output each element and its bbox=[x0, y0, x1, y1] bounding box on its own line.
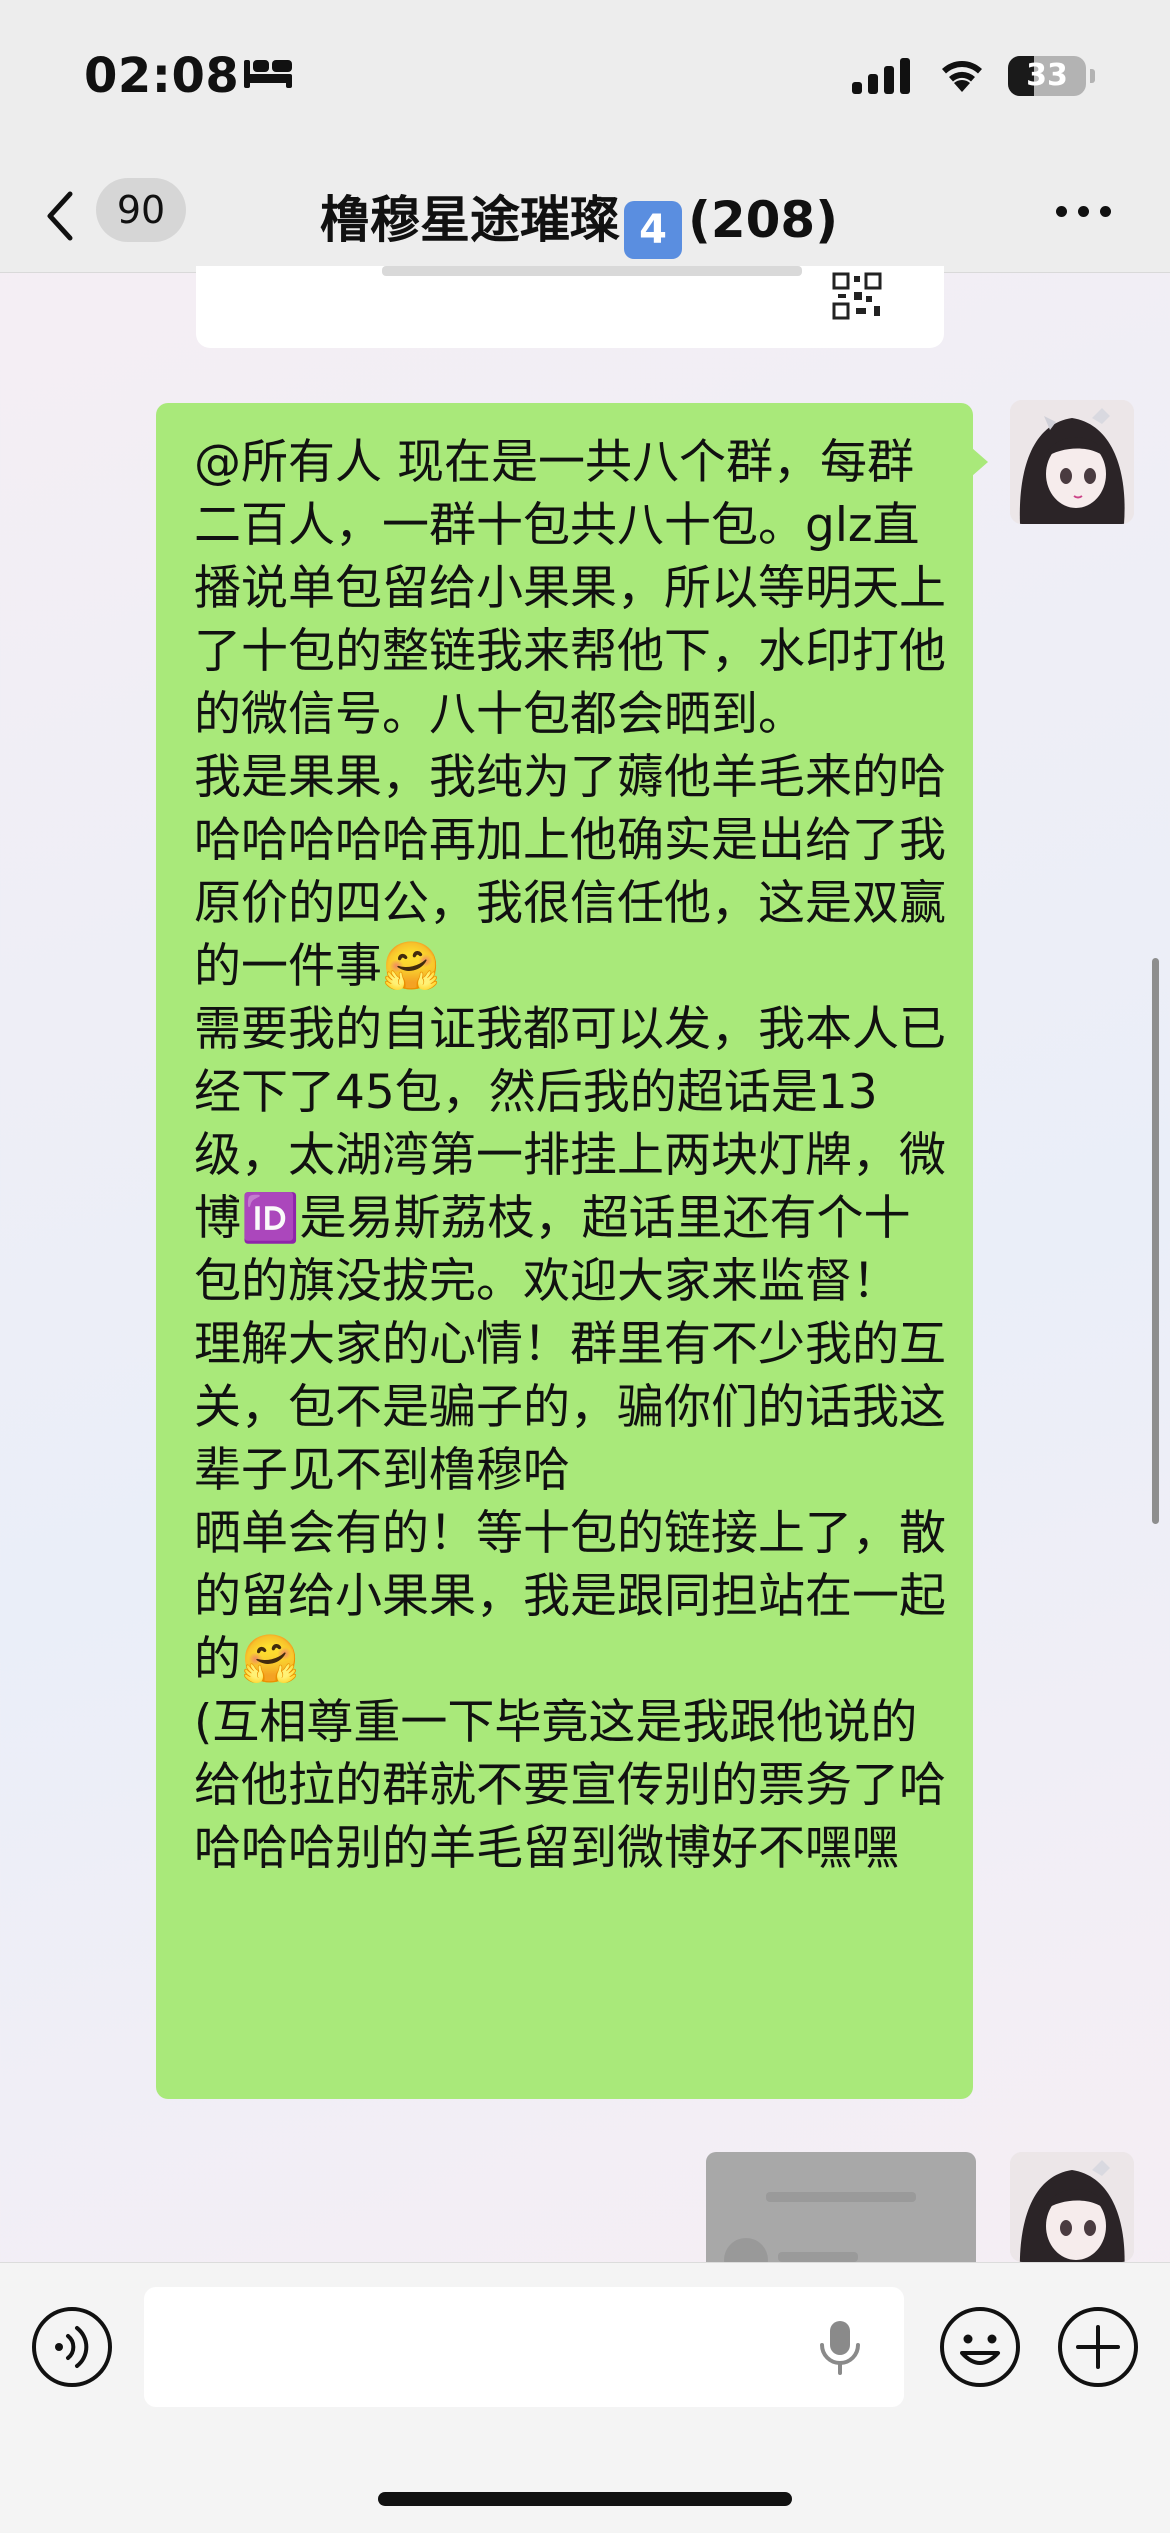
status-time: 02:08 bbox=[84, 48, 240, 104]
nav-bar: 90 橹穆星途璀璨 4 (208) bbox=[0, 150, 1170, 273]
battery-level: 33 bbox=[1026, 58, 1068, 93]
home-indicator bbox=[378, 2492, 792, 2506]
back-button[interactable]: 90 bbox=[40, 172, 190, 248]
voice-icon[interactable] bbox=[30, 2305, 114, 2389]
message-text: @所有人 现在是一共八个群，每群二百人，一群十包共八十包。glz直播说单包留给小… bbox=[194, 435, 946, 1876]
scroll-indicator[interactable] bbox=[1152, 958, 1159, 1524]
keycap-badge: 4 bbox=[624, 201, 682, 259]
emoji-icon[interactable] bbox=[938, 2305, 1022, 2389]
sender-avatar[interactable] bbox=[1010, 400, 1134, 524]
message-input[interactable] bbox=[144, 2287, 904, 2407]
status-bar: 02:08 33 bbox=[0, 0, 1170, 150]
bed-icon bbox=[244, 60, 292, 88]
sender-avatar-2[interactable] bbox=[1010, 2152, 1134, 2262]
shared-card-title-placeholder bbox=[766, 2192, 916, 2202]
wifi-icon bbox=[942, 61, 982, 92]
shared-card-preview[interactable] bbox=[196, 266, 944, 348]
qr-code-icon bbox=[832, 266, 884, 324]
unread-count-badge: 90 bbox=[96, 178, 186, 242]
shared-card-next[interactable] bbox=[706, 2152, 976, 2272]
message-bubble[interactable]: @所有人 现在是一共八个群，每群二百人，一群十包共八十包。glz直播说单包留给小… bbox=[156, 403, 973, 2099]
bubble-tail bbox=[972, 448, 988, 476]
chevron-left-icon bbox=[47, 191, 73, 241]
avatar-image bbox=[1010, 400, 1134, 524]
more-button[interactable] bbox=[1054, 190, 1114, 230]
chat-title-name: 橹穆星途璀璨 bbox=[320, 191, 620, 249]
microphone-icon[interactable] bbox=[818, 2319, 862, 2377]
avatar-image bbox=[1010, 2152, 1134, 2262]
shared-card-name-placeholder bbox=[778, 2252, 858, 2262]
ellipsis-icon bbox=[1056, 206, 1067, 217]
signal-icon bbox=[852, 58, 910, 94]
battery-cap bbox=[1090, 69, 1095, 83]
battery-icon: 33 bbox=[1008, 56, 1086, 96]
member-count: (208) bbox=[688, 191, 839, 249]
plus-icon[interactable] bbox=[1056, 2305, 1140, 2389]
chat-title[interactable]: 橹穆星途璀璨 4 (208) bbox=[320, 180, 838, 259]
shared-card-text-fragment bbox=[382, 266, 802, 276]
